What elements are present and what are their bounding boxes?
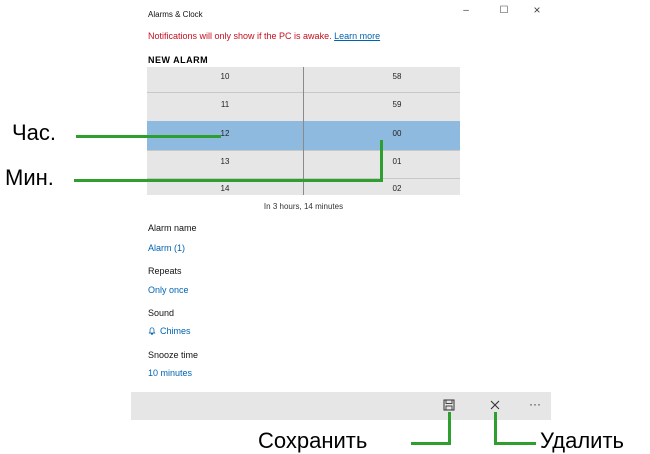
page-title: NEW ALARM <box>148 55 209 65</box>
delete-callout-line <box>494 412 497 445</box>
notice-text: Notifications will only show if the PC i… <box>148 31 332 41</box>
repeats-label: Repeats <box>148 266 182 276</box>
hour-option[interactable]: 13 <box>205 157 245 166</box>
sound-dropdown[interactable]: Chimes <box>148 326 191 336</box>
save-annotation: Сохранить <box>258 428 368 453</box>
snooze-dropdown[interactable]: 10 minutes <box>148 368 192 378</box>
hour-option[interactable]: 10 <box>205 72 245 81</box>
time-picker[interactable]: 10 11 12 13 14 58 59 00 01 02 <box>147 67 460 195</box>
save-icon <box>443 399 455 411</box>
minute-option[interactable]: 59 <box>377 100 417 109</box>
hour-callout-line <box>76 135 221 138</box>
sound-label: Sound <box>148 308 175 318</box>
alarm-name-label: Alarm name <box>148 223 197 233</box>
awake-notice: Notifications will only show if the PC i… <box>148 31 380 41</box>
delete-callout-line <box>494 442 536 445</box>
save-callout-line <box>448 412 451 445</box>
minute-annotation: Мин. <box>5 165 54 190</box>
close-button[interactable]: × <box>527 3 547 17</box>
minute-option[interactable]: 02 <box>377 184 417 193</box>
minute-option-selected[interactable]: 00 <box>377 129 417 138</box>
minute-option[interactable]: 01 <box>377 157 417 166</box>
hour-annotation: Час. <box>12 120 57 145</box>
repeats-dropdown[interactable]: Only once <box>148 285 189 295</box>
maximize-button[interactable]: ☐ <box>494 5 514 16</box>
bell-icon <box>148 327 156 335</box>
hour-option[interactable]: 14 <box>205 184 245 193</box>
minute-callout-line <box>380 140 383 182</box>
minute-callout-line <box>74 179 383 182</box>
delete-button[interactable] <box>487 399 503 413</box>
window-title: Alarms & Clock <box>148 10 203 19</box>
snooze-label: Snooze time <box>148 350 199 360</box>
alarm-name-field[interactable]: Alarm (1) <box>148 243 185 253</box>
learn-more-link[interactable]: Learn more <box>334 31 380 41</box>
time-remaining: In 3 hours, 14 minutes <box>263 202 344 211</box>
close-icon <box>490 400 500 410</box>
minute-option[interactable]: 58 <box>377 72 417 81</box>
minimize-button[interactable]: – <box>456 5 476 16</box>
save-callout-line <box>411 442 451 445</box>
hour-option[interactable]: 11 <box>205 100 245 109</box>
picker-column-divider <box>303 67 304 195</box>
delete-annotation: Удалить <box>540 428 624 453</box>
sound-value: Chimes <box>160 326 191 336</box>
app-window: Alarms & Clock – ☐ × Notifications will … <box>131 0 551 420</box>
more-button[interactable]: ··· <box>527 397 543 411</box>
save-button[interactable] <box>441 399 457 413</box>
command-bar: ··· <box>131 392 551 420</box>
